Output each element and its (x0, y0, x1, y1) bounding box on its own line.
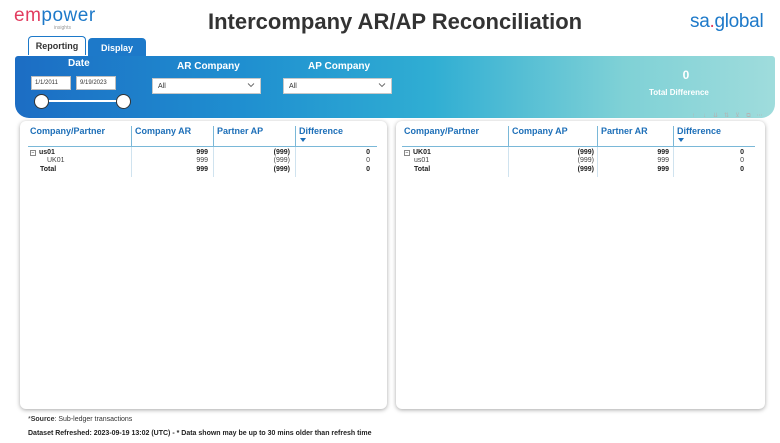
collapse-icon[interactable]: − (30, 150, 36, 156)
cell-difference: 0 (366, 157, 370, 164)
column-separator (131, 147, 132, 177)
cell-difference: 0 (740, 157, 744, 164)
ap-reconciliation-matrix[interactable]: Company/Partner Company AP Partner AR Di… (396, 121, 765, 409)
column-separator (508, 147, 509, 177)
ap-header-partner-ar[interactable]: Partner AR (597, 126, 648, 146)
ar-company-label: AR Company (177, 61, 240, 72)
report-page: empower insights Intercompany AR/AP Reco… (0, 0, 780, 443)
ar-company-value: All (158, 82, 166, 90)
ap-header-company-ap[interactable]: Company AP (508, 126, 568, 146)
chevron-down-icon (378, 83, 386, 88)
logo-em-text: em (14, 5, 42, 26)
cell-company-ar: 999 (196, 149, 208, 156)
ar-header-difference[interactable]: Difference (295, 126, 343, 146)
header-divider (402, 146, 755, 147)
column-separator (673, 147, 674, 177)
page-title: Intercompany AR/AP Reconciliation (208, 9, 583, 34)
total-difference-value: 0 (682, 68, 690, 82)
tab-reporting[interactable]: Reporting (28, 36, 86, 55)
drill-down-icon[interactable]: ↓ (701, 113, 708, 120)
column-separator (597, 147, 598, 177)
row-partner: UK01 (47, 157, 65, 164)
cell-company-ar: 999 (196, 157, 208, 164)
collapse-icon[interactable]: − (404, 150, 410, 156)
ar-header-company-ar[interactable]: Company AR (131, 126, 191, 146)
cell-partner-ap: (999) (273, 149, 290, 156)
date-start-input[interactable]: 1/1/2011 (31, 76, 71, 90)
row-partner: UK01 (413, 149, 431, 156)
cell-partner-ar: 999 (657, 166, 669, 173)
filter-icon[interactable]: ⊻ (734, 113, 741, 120)
ap-header-difference[interactable]: Difference (673, 126, 721, 146)
date-slider-start-handle[interactable] (34, 94, 49, 109)
sort-descending-icon (300, 138, 306, 142)
cell-company-ap: (999) (577, 166, 594, 173)
ap-company-dropdown[interactable]: All (283, 78, 392, 94)
cell-partner-ar: 999 (657, 149, 669, 156)
ar-company-dropdown[interactable]: All (152, 78, 261, 94)
cell-company-ar: 999 (196, 166, 208, 173)
ap-company-label: AP Company (308, 61, 371, 72)
cell-company-ap: (999) (577, 157, 594, 164)
cell-difference: 0 (740, 149, 744, 156)
drill-up-icon[interactable]: ↑ (690, 113, 697, 120)
header-divider (28, 146, 377, 147)
ar-reconciliation-matrix[interactable]: Company/Partner Company AR Partner AP Di… (20, 121, 387, 409)
cell-difference: 0 (366, 149, 370, 156)
logo-power-text: power (41, 5, 96, 26)
cell-partner-ap: (999) (273, 166, 290, 173)
chevron-down-icon (247, 83, 255, 88)
cell-partner-ap: (999) (273, 157, 290, 164)
ap-header-company-partner[interactable]: Company/Partner (404, 126, 479, 146)
row-partner: us01 (414, 157, 430, 164)
expand-all-icon[interactable]: ⇅ (723, 113, 730, 120)
filter-band (15, 56, 775, 118)
total-difference-label: Total Difference (649, 88, 709, 97)
row-partner: Total (414, 166, 431, 173)
column-separator (295, 147, 296, 177)
ar-header-company-partner[interactable]: Company/Partner (30, 126, 105, 146)
ar-header-partner-ap[interactable]: Partner AP (213, 126, 263, 146)
ap-company-value: All (289, 82, 297, 90)
saglobal-logo: sa.global (690, 11, 764, 32)
dataset-refreshed-note: Dataset Refreshed: 2023-09-19 13:02 (UTC… (28, 430, 372, 437)
cell-difference: 0 (366, 166, 370, 173)
date-slider-track[interactable] (42, 100, 124, 102)
row-partner: Total (40, 166, 57, 173)
source-note: *Source: Sub-ledger transactions (28, 416, 133, 423)
expand-next-level-icon[interactable]: ⇊ (712, 113, 719, 120)
row-partner: us01 (39, 149, 55, 156)
visual-header-toolbar: ↑ ↓ ⇊ ⇅ ⊻ ⧉ ⋯ (690, 113, 763, 120)
cell-company-ap: (999) (577, 149, 594, 156)
date-end-input[interactable]: 9/19/2023 (76, 76, 116, 90)
cell-difference: 0 (740, 166, 744, 173)
more-options-icon[interactable]: ⋯ (756, 113, 763, 120)
sort-descending-icon (678, 138, 684, 142)
column-separator (213, 147, 214, 177)
focus-mode-icon[interactable]: ⧉ (745, 113, 752, 120)
empower-logo: empower insights (14, 6, 134, 34)
date-filter-label: Date (68, 58, 90, 69)
cell-partner-ar: 999 (657, 157, 669, 164)
tab-display[interactable]: Display (88, 38, 146, 57)
date-slider-end-handle[interactable] (116, 94, 131, 109)
